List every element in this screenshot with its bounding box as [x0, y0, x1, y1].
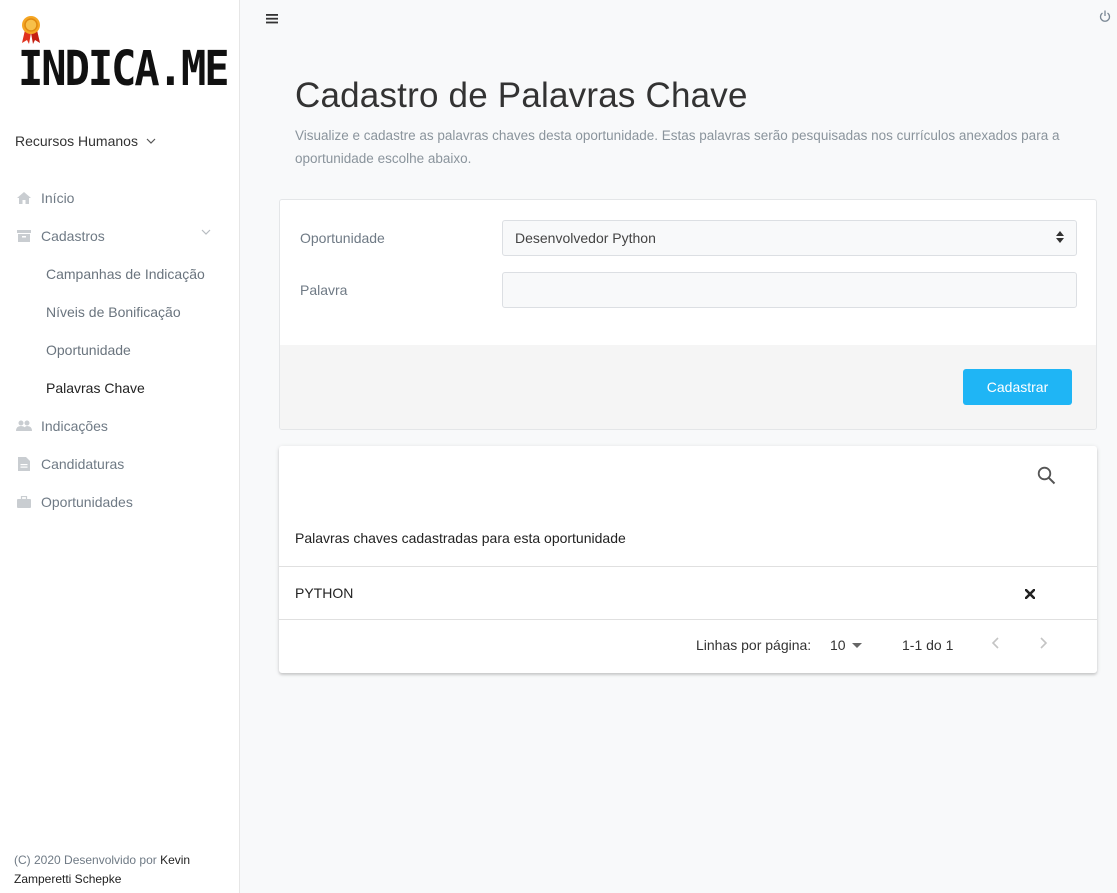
row-divider	[279, 619, 1097, 620]
opportunity-row: Oportunidade Desenvolvedor Python	[280, 220, 1096, 256]
home-icon	[16, 191, 32, 205]
sidebar-item-label: Indicações	[41, 418, 108, 434]
search-icon	[1037, 466, 1056, 485]
rows-per-page-select[interactable]: 10	[830, 637, 862, 653]
table-caption: Palavras chaves cadastradas para esta op…	[295, 530, 626, 546]
chevron-left-icon	[991, 637, 999, 649]
sidebar-item-oportunidades[interactable]: Oportunidades	[0, 483, 239, 521]
users-icon	[16, 419, 32, 433]
keyword-form-card: Oportunidade Desenvolvedor Python Palavr…	[279, 199, 1097, 430]
footer-text: (C) 2020 Desenvolvido por	[14, 853, 161, 867]
sidebar-item-candidaturas[interactable]: Candidaturas	[0, 445, 239, 483]
sidebar-item-label: Campanhas de Indicação	[46, 266, 205, 282]
sidebar-nav: Início Cadastros Campanhas de Indicação …	[0, 179, 239, 521]
chevron-right-icon	[1040, 637, 1048, 649]
opportunity-label: Oportunidade	[300, 230, 385, 246]
page-title: Cadastro de Palavras Chave	[295, 76, 748, 115]
pagination-range: 1-1 do 1	[902, 637, 954, 653]
delete-button[interactable]	[1024, 586, 1036, 604]
opportunity-selected-value: Desenvolvedor Python	[515, 230, 656, 246]
sidebar-item-indicacoes[interactable]: Indicações	[0, 407, 239, 445]
department-selector[interactable]: Recursos Humanos	[15, 133, 156, 149]
row-divider	[279, 566, 1097, 567]
sidebar-item-label: Início	[41, 190, 75, 206]
hamburger-icon	[266, 14, 278, 24]
next-page-button[interactable]	[1040, 636, 1048, 652]
power-icon	[1099, 10, 1111, 22]
keywords-table-card: Palavras chaves cadastradas para esta op…	[279, 446, 1097, 673]
close-icon	[1024, 588, 1036, 600]
chevron-down-icon	[146, 138, 156, 144]
keyword-cell: PYTHON	[295, 585, 354, 601]
sidebar-item-inicio[interactable]: Início	[0, 179, 239, 217]
submit-button[interactable]: Cadastrar	[963, 369, 1072, 405]
file-icon	[16, 457, 32, 471]
sidebar-item-label: Níveis de Bonificação	[46, 304, 181, 320]
sidebar-item-campanhas[interactable]: Campanhas de Indicação	[0, 255, 239, 293]
sidebar-item-label: Palavras Chave	[46, 380, 145, 396]
search-button[interactable]	[1037, 466, 1056, 490]
caret-down-icon	[851, 642, 862, 648]
sidebar-footer: (C) 2020 Desenvolvido por Kevin Zamperet…	[14, 851, 214, 889]
rows-per-page-value: 10	[830, 637, 846, 653]
sidebar-item-oportunidade[interactable]: Oportunidade	[0, 331, 239, 369]
sidebar-item-palavras-chave[interactable]: Palavras Chave	[0, 369, 239, 407]
archive-icon	[16, 229, 32, 243]
word-label: Palavra	[300, 282, 348, 298]
select-arrows-icon	[1056, 231, 1064, 243]
previous-page-button[interactable]	[991, 636, 999, 652]
word-row: Palavra	[280, 272, 1096, 308]
word-input[interactable]	[502, 272, 1077, 308]
sidebar-item-label: Cadastros	[41, 228, 105, 244]
form-footer: Cadastrar	[280, 345, 1096, 429]
app-logo[interactable]: INDICA.ME	[16, 14, 230, 96]
chevron-down-icon	[201, 229, 211, 235]
logo-text: INDICA.ME	[18, 40, 230, 97]
sidebar-item-label: Oportunidades	[41, 494, 133, 510]
opportunity-select[interactable]: Desenvolvedor Python	[502, 220, 1077, 256]
department-label: Recursos Humanos	[15, 133, 138, 149]
sidebar-item-cadastros[interactable]: Cadastros	[0, 217, 239, 255]
menu-toggle-button[interactable]	[266, 11, 278, 29]
logout-button[interactable]	[1099, 10, 1111, 28]
sidebar-item-label: Oportunidade	[46, 342, 131, 358]
sidebar-item-label: Candidaturas	[41, 456, 125, 472]
sidebar-item-niveis-bonificacao[interactable]: Níveis de Bonificação	[0, 293, 239, 331]
rows-per-page-label: Linhas por página:	[696, 637, 812, 653]
page-description: Visualize e cadastre as palavras chaves …	[295, 128, 1060, 166]
briefcase-icon	[16, 495, 32, 509]
sidebar: INDICA.ME Recursos Humanos Início Cadast…	[0, 0, 240, 893]
